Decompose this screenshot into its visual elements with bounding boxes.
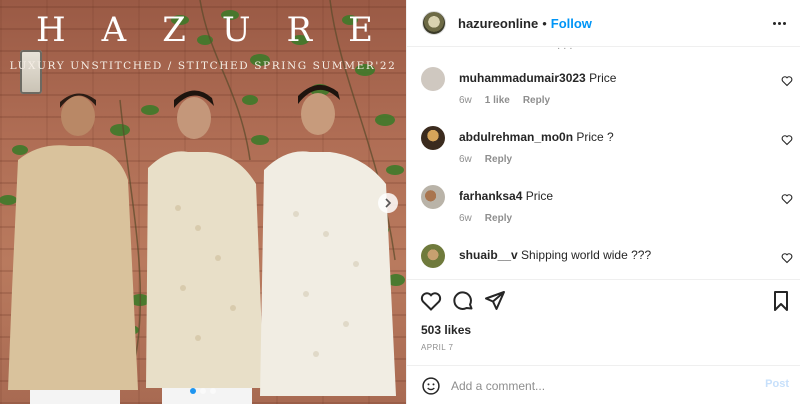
comment-text: Price ? — [576, 130, 614, 144]
comment-age: 6w — [459, 95, 472, 106]
comment-username[interactable]: farhanksa4 — [459, 189, 522, 203]
brand-subtitle: LUXURY UNSTITCHED / STITCHED SPRING SUMM… — [9, 60, 397, 72]
comment-line: muhammadumair3023 Price — [459, 70, 759, 86]
comment-bubble-icon[interactable] — [451, 289, 475, 313]
carousel-dot — [200, 388, 206, 394]
comment-text: Shipping world wide ??? — [521, 248, 652, 262]
comment-likes[interactable]: 1 like — [485, 95, 510, 106]
wall-lamp — [20, 50, 42, 94]
heart-icon[interactable] — [781, 134, 793, 146]
post-photo[interactable]: HAZURE LUXURY UNSTITCHED / STITCHED SPRI… — [0, 0, 406, 404]
send-paper-plane-icon[interactable] — [483, 289, 507, 313]
post-side-panel: hazureonline • Follow · · · muhammadumai… — [406, 0, 800, 404]
comment-username[interactable]: muhammadumair3023 — [459, 71, 586, 85]
model-left — [8, 93, 138, 404]
carousel-dot — [210, 388, 216, 394]
header-separator: • — [542, 15, 547, 31]
heart-icon[interactable] — [419, 289, 443, 313]
avatar[interactable] — [421, 67, 445, 91]
reply-button[interactable]: Reply — [485, 213, 512, 224]
carousel-dots — [0, 388, 406, 394]
comment-text: Price — [525, 189, 554, 203]
reply-button[interactable]: Reply — [485, 154, 512, 165]
comment-item: farhanksa4 Price 6w Reply — [421, 185, 793, 229]
comment-line: shuaib__v Shipping world wide ??? — [459, 247, 759, 263]
comment-meta: 6w Reply — [459, 213, 512, 224]
comment-item: shuaib__v Shipping world wide ??? — [421, 244, 793, 279]
reply-button[interactable]: Reply — [523, 95, 550, 106]
comment-username[interactable]: abdulrehman_mo0n — [459, 130, 573, 144]
post-comment-button[interactable]: Post — [765, 378, 789, 390]
post-actions: 503 likes APRIL 7 — [407, 279, 800, 356]
comment-item: muhammadumair3023 Price 6w 1 like Reply — [421, 67, 793, 111]
carousel-dot-active — [190, 388, 196, 394]
comment-text: Price — [589, 71, 617, 85]
comment-item: abdulrehman_mo0n Price ? 6w Reply — [421, 126, 793, 170]
brand-title: HAZURE — [36, 10, 406, 50]
heart-icon[interactable] — [781, 75, 793, 87]
comment-line: abdulrehman_mo0n Price ? — [459, 129, 759, 145]
heart-icon[interactable] — [781, 252, 793, 264]
previous-comment-cutoff: · · · — [557, 47, 573, 54]
comment-age: 6w — [459, 213, 472, 224]
comments-list[interactable]: · · · muhammadumair3023 Price 6w 1 like … — [407, 47, 800, 279]
post-header: hazureonline • Follow — [407, 0, 800, 47]
carousel-next-button[interactable] — [378, 193, 398, 213]
avatar[interactable] — [421, 185, 445, 209]
avatar[interactable] — [421, 126, 445, 150]
avatar[interactable] — [421, 244, 445, 268]
comment-meta: 6w Reply — [459, 154, 512, 165]
comment-age: 6w — [459, 154, 472, 165]
comment-composer: Post — [407, 365, 800, 404]
chevron-right-icon — [385, 198, 392, 208]
header-username[interactable]: hazureonline — [458, 16, 538, 31]
more-horizontal-icon[interactable] — [769, 15, 789, 31]
comment-input[interactable] — [451, 376, 751, 396]
heart-icon[interactable] — [781, 193, 793, 205]
comment-username[interactable]: shuaib__v — [459, 248, 518, 262]
comment-line: farhanksa4 Price — [459, 188, 759, 204]
post-date: APRIL 7 — [421, 343, 454, 352]
likes-count[interactable]: 503 likes — [421, 323, 471, 337]
bookmark-icon[interactable] — [769, 289, 793, 313]
follow-button[interactable]: Follow — [551, 16, 592, 31]
model-right — [260, 84, 396, 396]
smiley-icon[interactable] — [421, 376, 441, 396]
avatar[interactable] — [422, 11, 446, 35]
comment-meta: 6w 1 like Reply — [459, 95, 550, 106]
